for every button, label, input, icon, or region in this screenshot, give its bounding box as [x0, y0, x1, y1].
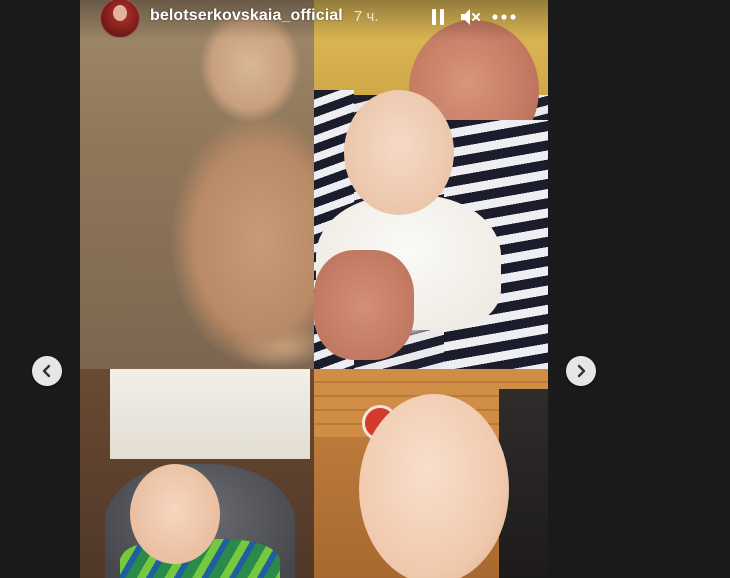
- post-time: 7 ч.: [354, 8, 379, 25]
- mute-button[interactable]: [457, 4, 483, 30]
- story-viewer: belotserkovskaia_official 7 ч.: [0, 0, 730, 578]
- story-media[interactable]: [80, 0, 548, 578]
- more-horizontal-icon: [492, 14, 516, 20]
- pause-icon: [432, 9, 444, 25]
- username[interactable]: belotserkovskaia_official: [150, 7, 343, 25]
- avatar[interactable]: [100, 0, 140, 38]
- chevron-right-icon: [577, 364, 586, 378]
- chevron-left-icon: [42, 364, 51, 378]
- muted-speaker-icon: [461, 9, 480, 25]
- photo-grandfather-with-baby: [314, 0, 548, 369]
- previous-story-button[interactable]: [32, 356, 62, 386]
- more-options-button[interactable]: [491, 4, 517, 30]
- photo-baby-in-seat: [80, 369, 314, 578]
- photo-vintage-baby: [80, 0, 314, 369]
- pause-button[interactable]: [425, 4, 451, 30]
- next-story-button[interactable]: [566, 356, 596, 386]
- photo-baby-closeup: [314, 369, 548, 578]
- story-header: belotserkovskaia_official 7 ч.: [80, 0, 548, 40]
